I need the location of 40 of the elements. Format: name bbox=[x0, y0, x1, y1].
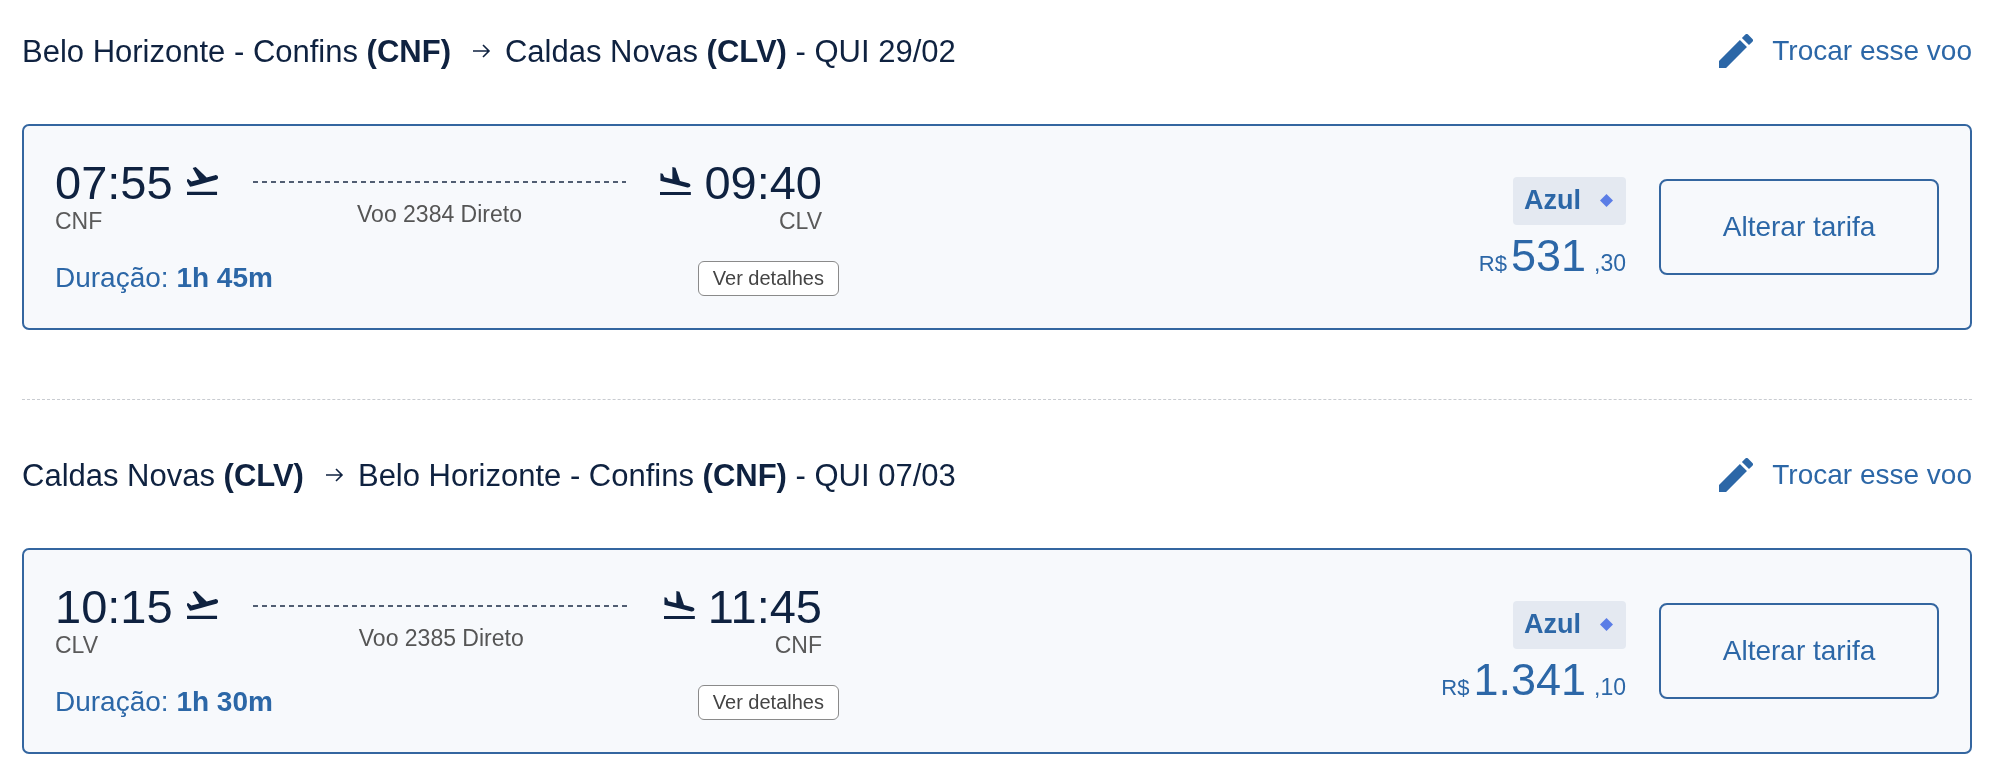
pencil-icon bbox=[1719, 34, 1754, 68]
duration-label: Duração: 1h 45m bbox=[55, 264, 273, 292]
route-origin: Belo Horizonte - Confins (CNF) bbox=[22, 35, 451, 67]
departure-time: 07:55 bbox=[55, 158, 173, 206]
route-destination: Belo Horizonte - Confins (CNF) - QUI 07/03 bbox=[357, 459, 956, 491]
route-origin: Caldas Novas (CLV) bbox=[22, 459, 304, 491]
arrow-icon bbox=[472, 44, 491, 58]
price-cents: ,30 bbox=[1594, 251, 1626, 275]
change-fare-button[interactable]: Alterar tarifa bbox=[1659, 603, 1939, 699]
change-flight-link[interactable]: Trocar esse voo bbox=[1719, 34, 1972, 68]
diamond-icon bbox=[1600, 194, 1613, 207]
duration-label: Duração: 1h 30m bbox=[55, 688, 273, 716]
price-currency: R$ bbox=[1478, 252, 1507, 275]
departure-airport: CNF bbox=[55, 209, 103, 233]
pencil-icon bbox=[1719, 458, 1754, 492]
change-fare-button[interactable]: Alterar tarifa bbox=[1659, 179, 1939, 275]
departure-time: 10:15 bbox=[55, 582, 173, 630]
airline-name: Azul bbox=[1524, 611, 1581, 638]
departure-airport: CLV bbox=[55, 633, 99, 657]
details-button[interactable]: Ver detalhes bbox=[697, 684, 839, 720]
takeoff-icon bbox=[186, 166, 218, 195]
change-flight-link[interactable]: Trocar esse voo bbox=[1719, 458, 1972, 492]
price-amount: 531 bbox=[1510, 232, 1586, 278]
arrival-airport: CLV bbox=[778, 209, 822, 233]
arrow-icon bbox=[325, 468, 344, 482]
airline-name: Azul bbox=[1524, 187, 1581, 214]
price-amount: 1.341 bbox=[1473, 656, 1586, 702]
diamond-icon bbox=[1600, 618, 1613, 631]
details-button[interactable]: Ver detalhes bbox=[697, 260, 839, 296]
landing-icon bbox=[660, 166, 692, 195]
arrival-time: 09:40 bbox=[704, 158, 822, 206]
flight-number: Voo 2385 Direto bbox=[358, 626, 524, 650]
price-cents: ,10 bbox=[1594, 675, 1626, 699]
landing-icon bbox=[663, 590, 695, 619]
arrival-airport: CNF bbox=[774, 633, 822, 657]
takeoff-icon bbox=[186, 590, 218, 619]
flight-number: Voo 2384 Direto bbox=[357, 202, 522, 226]
route-destination: Caldas Novas (CLV) - QUI 29/02 bbox=[504, 35, 956, 67]
price-currency: R$ bbox=[1441, 676, 1470, 699]
arrival-time: 11:45 bbox=[707, 582, 822, 630]
